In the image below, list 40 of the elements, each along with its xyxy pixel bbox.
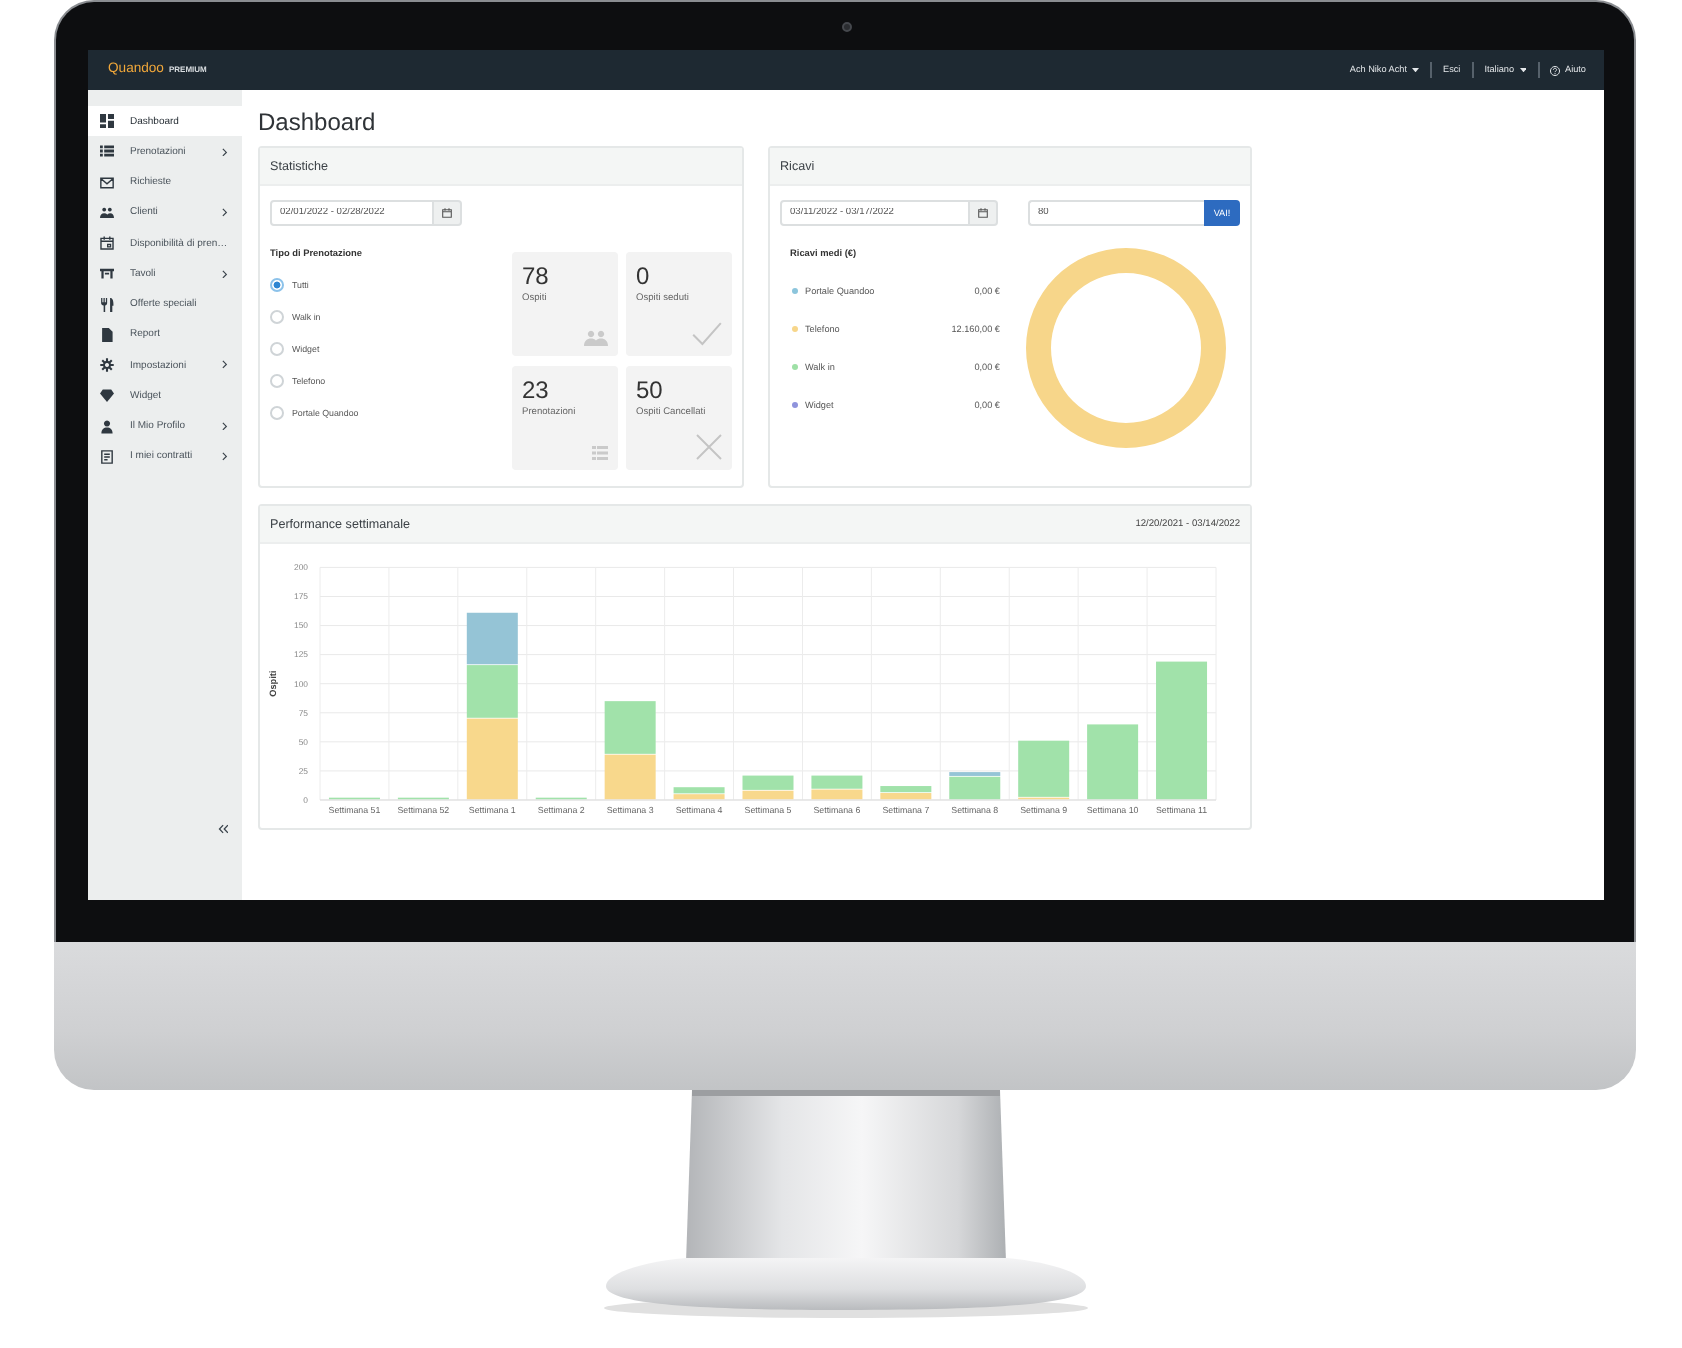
radio-button[interactable] [270,341,284,355]
bar-segment [604,754,656,800]
help-icon [1550,65,1561,75]
list-icon [100,144,114,159]
caret-down-icon [1519,67,1527,73]
calendar-button[interactable] [434,200,462,226]
double-chevron-icon[interactable] [217,824,228,834]
table-icon [100,266,114,281]
stat-value: 23 [522,380,551,402]
bar-segment [1156,661,1208,800]
radio-button[interactable] [270,405,284,419]
bar-segment [604,701,656,754]
envelope-icon [100,175,114,190]
list-icon [592,446,608,460]
stat-value: 50 [636,380,665,402]
document-icon [100,327,114,342]
caret-down-icon [1412,67,1419,73]
person-icon [100,419,114,434]
calendar-button[interactable] [970,200,998,226]
page-title: Dashboard [258,108,378,136]
check-icon [692,322,722,346]
gear-icon [100,358,114,373]
people-icon [584,330,608,346]
people-icon [100,205,114,220]
radio-button[interactable] [270,277,284,291]
contract-icon [100,449,114,464]
webcam-icon [841,21,851,31]
grid-icon [100,114,114,129]
calendar-icon [442,208,452,218]
cross-icon [696,434,722,460]
radio-button[interactable] [270,309,284,323]
calendar-icon [978,208,988,218]
radio-button[interactable] [270,373,284,387]
fork-knife-icon [100,297,114,312]
stat-value: 78 [522,266,551,288]
gem-icon [100,388,114,403]
bar-segment [1087,724,1139,800]
calendar-icon [100,236,114,251]
stat-value: 0 [636,266,652,288]
bar-segment [466,612,518,665]
